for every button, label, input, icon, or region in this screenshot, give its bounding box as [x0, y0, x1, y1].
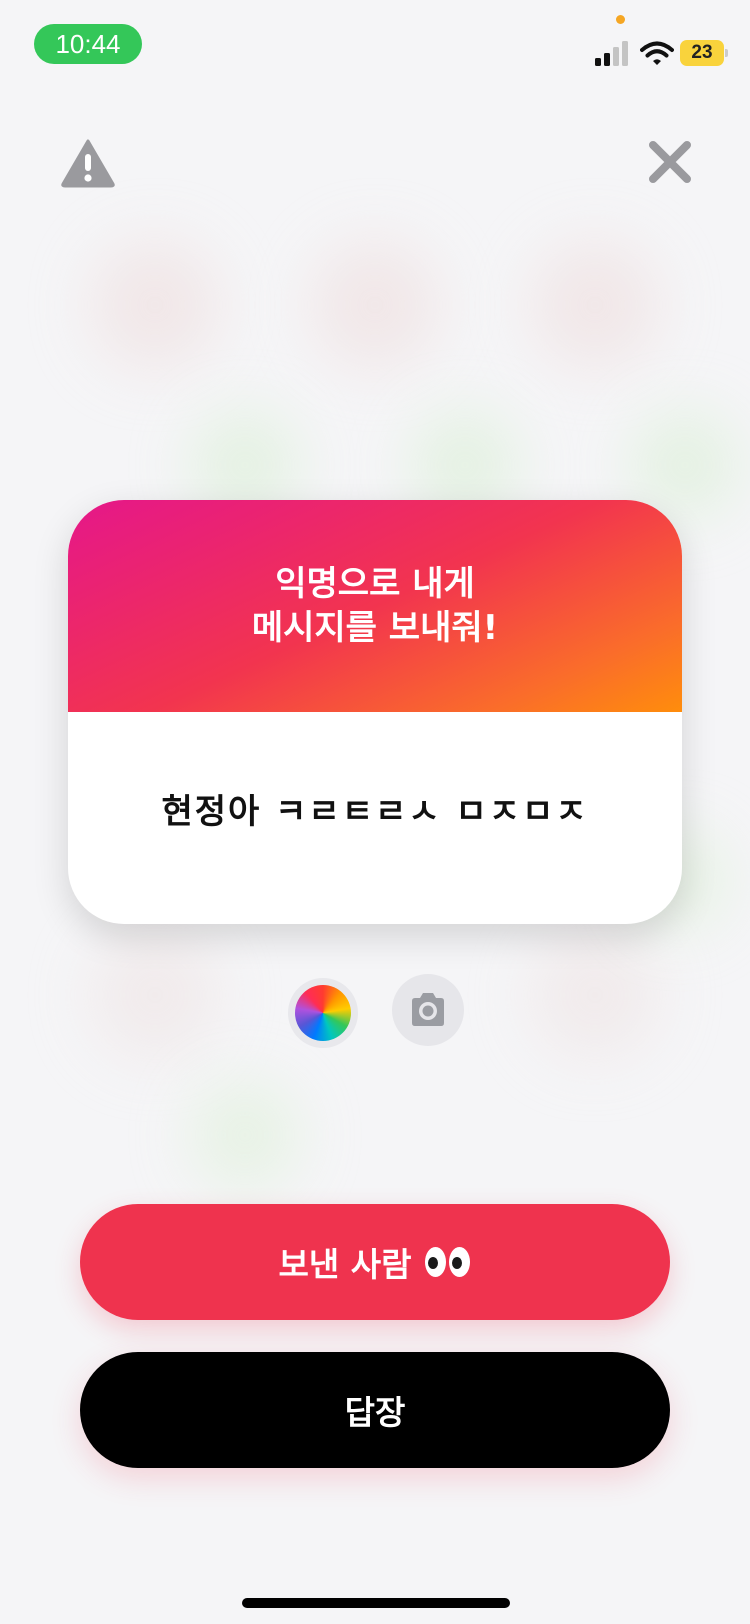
view-sender-button[interactable]: 보낸 사람	[80, 1204, 670, 1320]
background-blob	[530, 240, 660, 370]
wifi-icon	[640, 41, 674, 65]
eyes-emoji-icon	[425, 1247, 471, 1277]
privacy-indicator-dot	[616, 15, 625, 24]
battery-tip	[725, 49, 728, 57]
anonymous-message-card: 익명으로 내게 메시지를 보내줘! 현정아 ㅋㄹㅌㄹㅅ ㅁㅈㅁㅈ	[68, 500, 682, 924]
warning-triangle-icon	[61, 139, 115, 188]
cellular-signal-icon	[595, 41, 628, 66]
card-message: 현정아 ㅋㄹㅌㄹㅅ ㅁㅈㅁㅈ	[161, 791, 589, 832]
reply-label: 답장	[344, 1393, 406, 1432]
close-x-icon	[649, 141, 691, 183]
view-sender-label: 보낸 사람	[278, 1245, 412, 1284]
reply-button[interactable]: 답장	[80, 1352, 670, 1468]
background-blob	[530, 930, 660, 1060]
close-button[interactable]	[644, 136, 696, 188]
background-blob	[190, 1080, 300, 1190]
card-title: 익명으로 내게 메시지를 보내줘!	[251, 564, 499, 648]
camera-button[interactable]	[392, 974, 464, 1046]
battery-indicator: 23	[680, 40, 728, 66]
background-blob	[90, 240, 220, 370]
battery-level: 23	[680, 40, 724, 66]
card-body: 현정아 ㅋㄹㅌㄹㅅ ㅁㅈㅁㅈ	[68, 712, 682, 924]
report-button[interactable]	[60, 138, 116, 188]
card-header: 익명으로 내게 메시지를 보내줘!	[68, 500, 682, 712]
color-wheel-icon	[295, 985, 351, 1041]
home-indicator[interactable]	[242, 1598, 510, 1608]
background-blob	[90, 930, 220, 1060]
status-time: 10:44	[34, 24, 142, 64]
camera-icon	[412, 993, 444, 1026]
status-bar: 10:44 23	[0, 0, 750, 90]
color-picker-button[interactable]	[288, 978, 358, 1048]
background-blob	[310, 240, 440, 370]
